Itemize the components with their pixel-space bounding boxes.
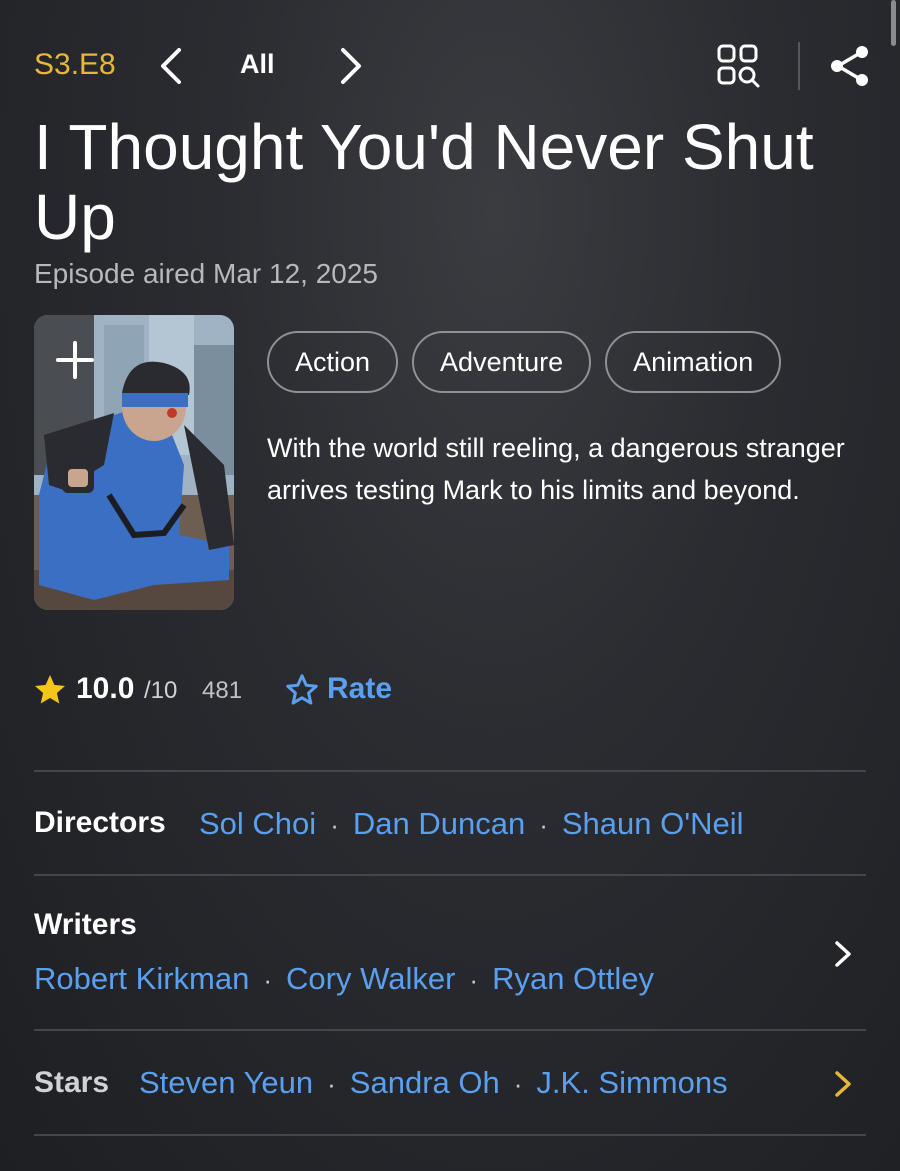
separator-dot: · [263,965,273,995]
plot-summary: With the world still reeling, a dangerou… [267,433,845,505]
writer-link[interactable]: Cory Walker [286,961,455,996]
chevron-right-icon [341,48,361,84]
star-link[interactable]: Steven Yeun [139,1065,313,1100]
stars-heading: Stars [34,1066,110,1099]
writers-list: Robert Kirkman · Cory Walker · Ryan Ottley [34,961,654,997]
air-date: Episode aired Mar 12, 2025 [34,258,378,289]
chevron-right-icon[interactable] [828,934,858,974]
rating-count: 481 [202,677,243,704]
episode-title: I Thought You'd Never Shut Up [34,111,814,253]
rating-max: /10 [144,677,178,704]
share-icon [831,46,868,86]
star-filled-icon [35,675,65,704]
director-link[interactable]: Dan Duncan [353,806,525,841]
genre-chips: Action Adventure Animation [267,331,817,393]
previous-episode-button[interactable] [152,44,192,88]
episode-filter-label[interactable]: All [240,49,275,80]
writers-heading: Writers [34,908,137,941]
separator-dot: · [513,1069,523,1099]
writer-link[interactable]: Ryan Ottley [492,961,654,996]
divider [34,874,866,876]
episode-poster[interactable] [34,315,234,610]
separator-dot: · [330,810,339,840]
writer-link[interactable]: Robert Kirkman [34,961,249,996]
grid-search-icon [717,44,760,88]
director-link[interactable]: Shaun O'Neil [562,806,744,841]
star-link[interactable]: Sandra Oh [350,1065,500,1100]
star-outline-icon [286,674,318,705]
directors-heading: Directors [34,806,166,839]
rating-value: 10.0 [76,672,135,705]
share-button[interactable] [826,42,874,90]
top-bar: S3.E8 All [34,40,874,92]
directors-list: Sol Choi · Dan Duncan · Shaun O'Neil [199,806,744,842]
next-episode-button[interactable] [330,44,370,88]
director-link[interactable]: Sol Choi [199,806,316,841]
plus-icon[interactable] [50,335,100,385]
episode-code: S3.E8 [34,48,116,81]
rate-label: Rate [327,672,393,705]
genre-chip[interactable]: Animation [605,331,782,393]
divider [34,1134,866,1136]
rate-button[interactable]: Rate [284,668,414,712]
stars-list: Steven Yeun · Sandra Oh · J.K. Simmons [139,1065,728,1101]
scrollbar[interactable] [891,0,896,46]
chevron-right-icon[interactable] [828,1064,858,1104]
chevron-left-icon [161,48,181,84]
separator-dot: · [539,810,548,840]
genre-chip[interactable]: Adventure [412,331,592,393]
episode-grid-button[interactable] [714,42,762,90]
toolbar-divider [798,42,800,90]
divider [34,770,866,772]
star-link[interactable]: J.K. Simmons [536,1065,727,1100]
separator-dot: · [469,965,479,995]
separator-dot: · [327,1069,336,1099]
divider [34,1029,866,1031]
genre-chip[interactable]: Action [267,331,399,393]
rating-row: 10.0 /10 481 Rate [32,668,452,712]
